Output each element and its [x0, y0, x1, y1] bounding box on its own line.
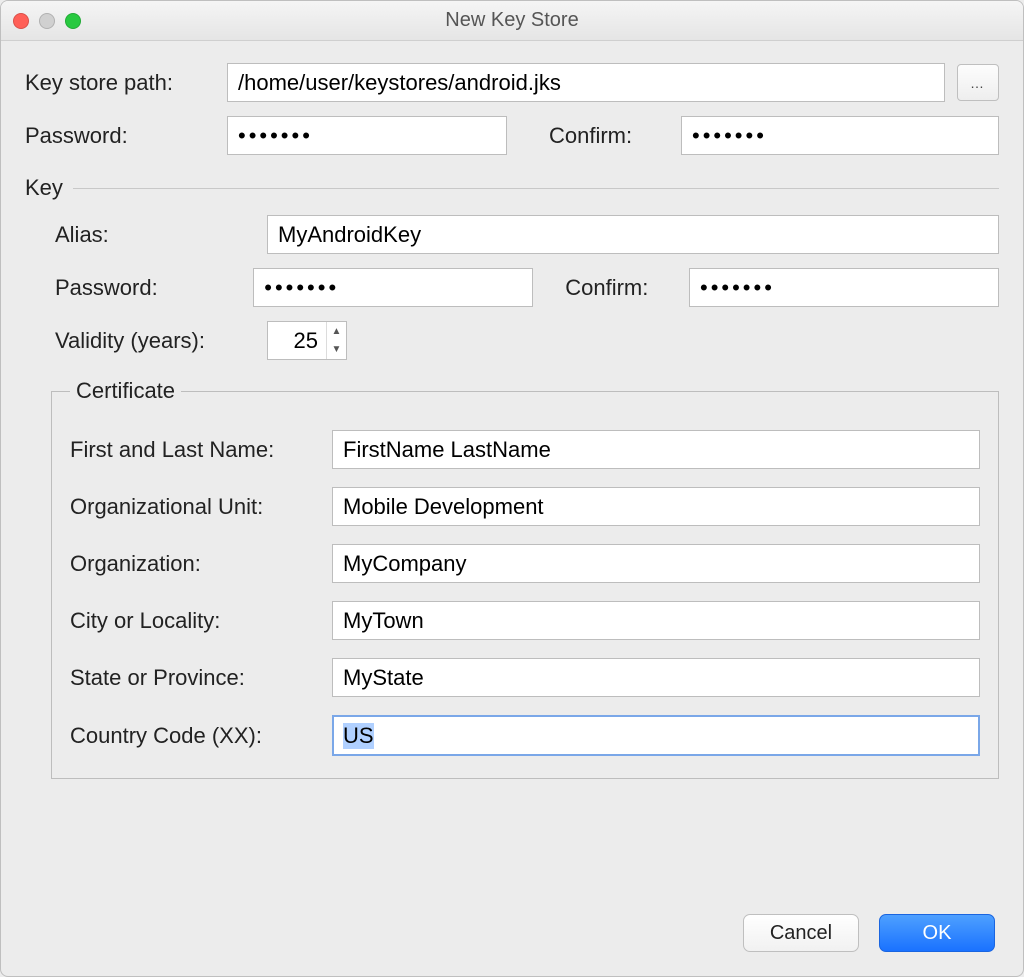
- window: New Key Store Key store path: … Password…: [0, 0, 1024, 977]
- first-last-label: First and Last Name:: [70, 437, 320, 463]
- key-password-row: Password: Confirm:: [55, 268, 999, 307]
- minimize-icon: [39, 13, 55, 29]
- ellipsis-icon: …: [970, 75, 986, 91]
- cancel-button-label: Cancel: [770, 922, 832, 945]
- validity-row: Validity (years): ▲ ▼: [55, 321, 999, 360]
- country-row: Country Code (XX):: [70, 715, 980, 756]
- ok-button[interactable]: OK: [879, 914, 995, 952]
- validity-spinner[interactable]: ▲ ▼: [267, 321, 347, 360]
- keystore-password-label: Password:: [25, 123, 215, 149]
- key-password-label: Password:: [55, 275, 241, 301]
- spinner-up-icon[interactable]: ▲: [327, 322, 346, 341]
- city-row: City or Locality:: [70, 601, 980, 640]
- key-section-header: Key: [25, 175, 999, 201]
- ou-input[interactable]: [332, 487, 980, 526]
- key-password-input[interactable]: [253, 268, 533, 307]
- alias-label: Alias:: [55, 222, 255, 248]
- first-last-row: First and Last Name:: [70, 430, 980, 469]
- keystore-confirm-input[interactable]: [681, 116, 999, 155]
- org-label: Organization:: [70, 551, 320, 577]
- divider: [73, 188, 999, 189]
- keystore-path-row: Key store path: …: [25, 63, 999, 102]
- state-row: State or Province:: [70, 658, 980, 697]
- key-section: Alias: Password: Confirm: Validity (year…: [25, 215, 999, 360]
- window-title: New Key Store: [1, 9, 1023, 32]
- browse-button[interactable]: …: [957, 64, 999, 101]
- keystore-password-row: Password: Confirm:: [25, 116, 999, 155]
- ok-button-label: OK: [923, 922, 952, 945]
- keystore-password-input[interactable]: [227, 116, 507, 155]
- zoom-icon[interactable]: [65, 13, 81, 29]
- country-input[interactable]: [332, 715, 980, 756]
- spinner-down-icon[interactable]: ▼: [327, 341, 346, 360]
- dialog-content: Key store path: … Password: Confirm: Key…: [1, 41, 1023, 896]
- alias-row: Alias:: [55, 215, 999, 254]
- key-confirm-input[interactable]: [689, 268, 999, 307]
- first-last-input[interactable]: [332, 430, 980, 469]
- keystore-path-label: Key store path:: [25, 70, 215, 96]
- spinner-arrows: ▲ ▼: [326, 322, 346, 359]
- alias-input[interactable]: [267, 215, 999, 254]
- ou-label: Organizational Unit:: [70, 494, 320, 520]
- ou-row: Organizational Unit:: [70, 487, 980, 526]
- dialog-footer: Cancel OK: [1, 896, 1023, 976]
- city-input[interactable]: [332, 601, 980, 640]
- key-section-label: Key: [25, 175, 63, 201]
- city-label: City or Locality:: [70, 608, 320, 634]
- certificate-group: Certificate First and Last Name: Organiz…: [51, 378, 999, 779]
- keystore-path-input[interactable]: [227, 63, 945, 102]
- close-icon[interactable]: [13, 13, 29, 29]
- state-label: State or Province:: [70, 665, 320, 691]
- org-input[interactable]: [332, 544, 980, 583]
- keystore-confirm-label: Confirm:: [549, 123, 669, 149]
- key-confirm-label: Confirm:: [565, 275, 677, 301]
- org-row: Organization:: [70, 544, 980, 583]
- titlebar: New Key Store: [1, 1, 1023, 41]
- country-label: Country Code (XX):: [70, 723, 320, 749]
- validity-input[interactable]: [268, 322, 326, 359]
- validity-label: Validity (years):: [55, 328, 255, 354]
- cancel-button[interactable]: Cancel: [743, 914, 859, 952]
- certificate-legend: Certificate: [70, 378, 181, 404]
- traffic-lights: [13, 13, 81, 29]
- state-input[interactable]: [332, 658, 980, 697]
